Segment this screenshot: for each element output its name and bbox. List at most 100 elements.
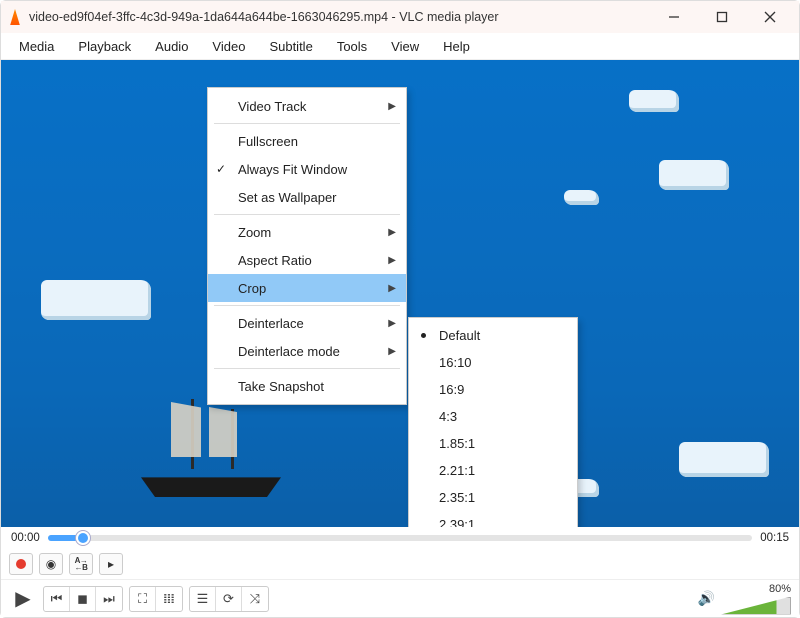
crop-option-label: 4:3 (439, 409, 457, 424)
menu-item-deinterlace-mode[interactable]: Deinterlace mode ▶ (208, 337, 406, 365)
loop-button[interactable]: ⟳ (216, 587, 242, 611)
crop-option[interactable]: 16:9 (409, 376, 577, 403)
minimize-button[interactable] (659, 3, 689, 31)
seek-slider[interactable] (48, 535, 752, 541)
menu-separator (214, 123, 400, 124)
maximize-button[interactable] (707, 3, 737, 31)
play-button[interactable]: ▶ (9, 586, 37, 612)
video-content (679, 442, 769, 477)
time-total[interactable]: 00:15 (760, 532, 789, 544)
menu-item-aspect-ratio[interactable]: Aspect Ratio ▶ (208, 246, 406, 274)
menu-separator (214, 305, 400, 306)
loop-ab-button[interactable]: A→←B (69, 553, 93, 575)
menu-item-deinterlace[interactable]: Deinterlace▶ (208, 309, 406, 337)
video-content (121, 397, 301, 497)
frame-step-icon: ▸ (108, 557, 114, 571)
menu-item-label: Set as Wallpaper (238, 190, 337, 205)
stop-button[interactable]: ◼ (70, 587, 96, 611)
video-content (659, 160, 729, 190)
loop-icon: ⟳ (223, 591, 234, 607)
menu-item-label: Fullscreen (238, 134, 298, 149)
fullscreen-icon: ⛶ (138, 591, 147, 607)
crop-option[interactable]: 4:3 (409, 403, 577, 430)
menu-item-label: Video Track (238, 99, 306, 114)
crop-option[interactable]: Default (409, 322, 577, 349)
volume-percent: 80% (769, 583, 791, 595)
menu-playback[interactable]: Playback (68, 36, 141, 57)
menu-subtitle[interactable]: Subtitle (259, 36, 322, 57)
crop-option-label: 16:10 (439, 355, 472, 370)
vlc-cone-icon (7, 9, 23, 25)
crop-option[interactable]: 2.35:1 (409, 484, 577, 511)
menu-item-wallpaper[interactable]: Set as Wallpaper (208, 183, 406, 211)
menu-audio[interactable]: Audio (145, 36, 198, 57)
crop-option-label: 2.39:1 (439, 517, 475, 527)
playback-group: ⏮ ◼ ⏭ (43, 586, 123, 612)
next-button[interactable]: ⏭ (96, 587, 122, 611)
playlist-button[interactable]: ☰ (190, 587, 216, 611)
submenu-arrow-icon: ▶ (388, 101, 396, 112)
time-elapsed[interactable]: 00:00 (11, 532, 40, 544)
close-button[interactable] (755, 3, 785, 31)
submenu-arrow-icon: ▶ (388, 255, 396, 266)
menu-item-label: Zoom (238, 225, 271, 240)
loop-ab-icon: A→←B (75, 557, 88, 571)
crop-option[interactable]: 2.21:1 (409, 457, 577, 484)
menu-item-label: Deinterlace mode (238, 344, 340, 359)
menu-item-zoom[interactable]: Zoom▶ (208, 218, 406, 246)
shuffle-icon: ⤨ (250, 591, 260, 607)
crop-option-label: 1.85:1 (439, 436, 475, 451)
submenu-arrow-icon: ▶ (388, 346, 396, 357)
crop-submenu: Default 16:10 16:9 4:3 1.85:1 2.21:1 2.35:1 2.3… (408, 317, 578, 527)
menu-item-video-track[interactable]: Video Track ▶ (208, 92, 406, 120)
menu-item-crop[interactable]: Crop ▶ (208, 274, 406, 302)
seek-knob[interactable] (78, 533, 88, 543)
crop-option[interactable]: 2.39:1 (409, 511, 577, 527)
menu-view[interactable]: View (381, 36, 429, 57)
record-button[interactable] (9, 553, 33, 575)
crop-option[interactable]: 16:10 (409, 349, 577, 376)
video-canvas[interactable]: Video Track ▶ Fullscreen ✓Always Fit Wind… (1, 60, 799, 527)
crop-option-label: 2.35:1 (439, 490, 475, 505)
video-content (564, 190, 599, 205)
menu-tools[interactable]: Tools (327, 36, 377, 57)
mute-button[interactable]: 🔊 (698, 590, 715, 607)
menu-item-snapshot[interactable]: Take Snapshot (208, 372, 406, 400)
menu-item-label: Deinterlace (238, 316, 304, 331)
window-controls (651, 3, 793, 31)
fullscreen-button[interactable]: ⛶ (130, 587, 156, 611)
time-bar: 00:00 00:15 (1, 527, 799, 549)
radio-dot-icon (421, 333, 426, 338)
window-title: video-ed9f04ef-3ffc-4c3d-949a-1da644a644… (29, 10, 651, 24)
menu-video[interactable]: Video (202, 36, 255, 57)
menu-item-always-fit[interactable]: ✓Always Fit Window (208, 155, 406, 183)
camera-icon: ◉ (46, 557, 56, 571)
stop-icon: ◼ (77, 591, 88, 607)
crop-option-label: Default (439, 328, 480, 343)
speaker-icon: 🔊 (698, 590, 715, 606)
menu-item-fullscreen[interactable]: Fullscreen (208, 127, 406, 155)
shuffle-button[interactable]: ⤨ (242, 587, 268, 611)
frame-step-button[interactable]: ▸ (99, 553, 123, 575)
submenu-arrow-icon: ▶ (388, 283, 396, 294)
crop-option[interactable]: 1.85:1 (409, 430, 577, 457)
menu-item-label: Take Snapshot (238, 379, 324, 394)
crop-option-label: 2.21:1 (439, 463, 475, 478)
menu-help[interactable]: Help (433, 36, 480, 57)
playlist-icon: ☰ (197, 591, 209, 607)
playlist-group: ☰ ⟳ ⤨ (189, 586, 269, 612)
snapshot-button[interactable]: ◉ (39, 553, 63, 575)
menu-item-label: Aspect Ratio (238, 253, 312, 268)
extended-settings-button[interactable]: 𝍖 (156, 587, 182, 611)
menubar: Media Playback Audio Video Subtitle Tool… (1, 33, 799, 60)
check-icon: ✓ (216, 162, 226, 176)
view-group: ⛶ 𝍖 (129, 586, 183, 612)
menu-separator (214, 214, 400, 215)
app-window: video-ed9f04ef-3ffc-4c3d-949a-1da644a644… (0, 0, 800, 618)
video-content (629, 90, 679, 112)
menu-media[interactable]: Media (9, 36, 64, 57)
menu-item-label: Crop (238, 281, 266, 296)
previous-button[interactable]: ⏮ (44, 587, 70, 611)
volume-slider[interactable] (721, 597, 791, 615)
next-icon: ⏭ (103, 591, 115, 607)
